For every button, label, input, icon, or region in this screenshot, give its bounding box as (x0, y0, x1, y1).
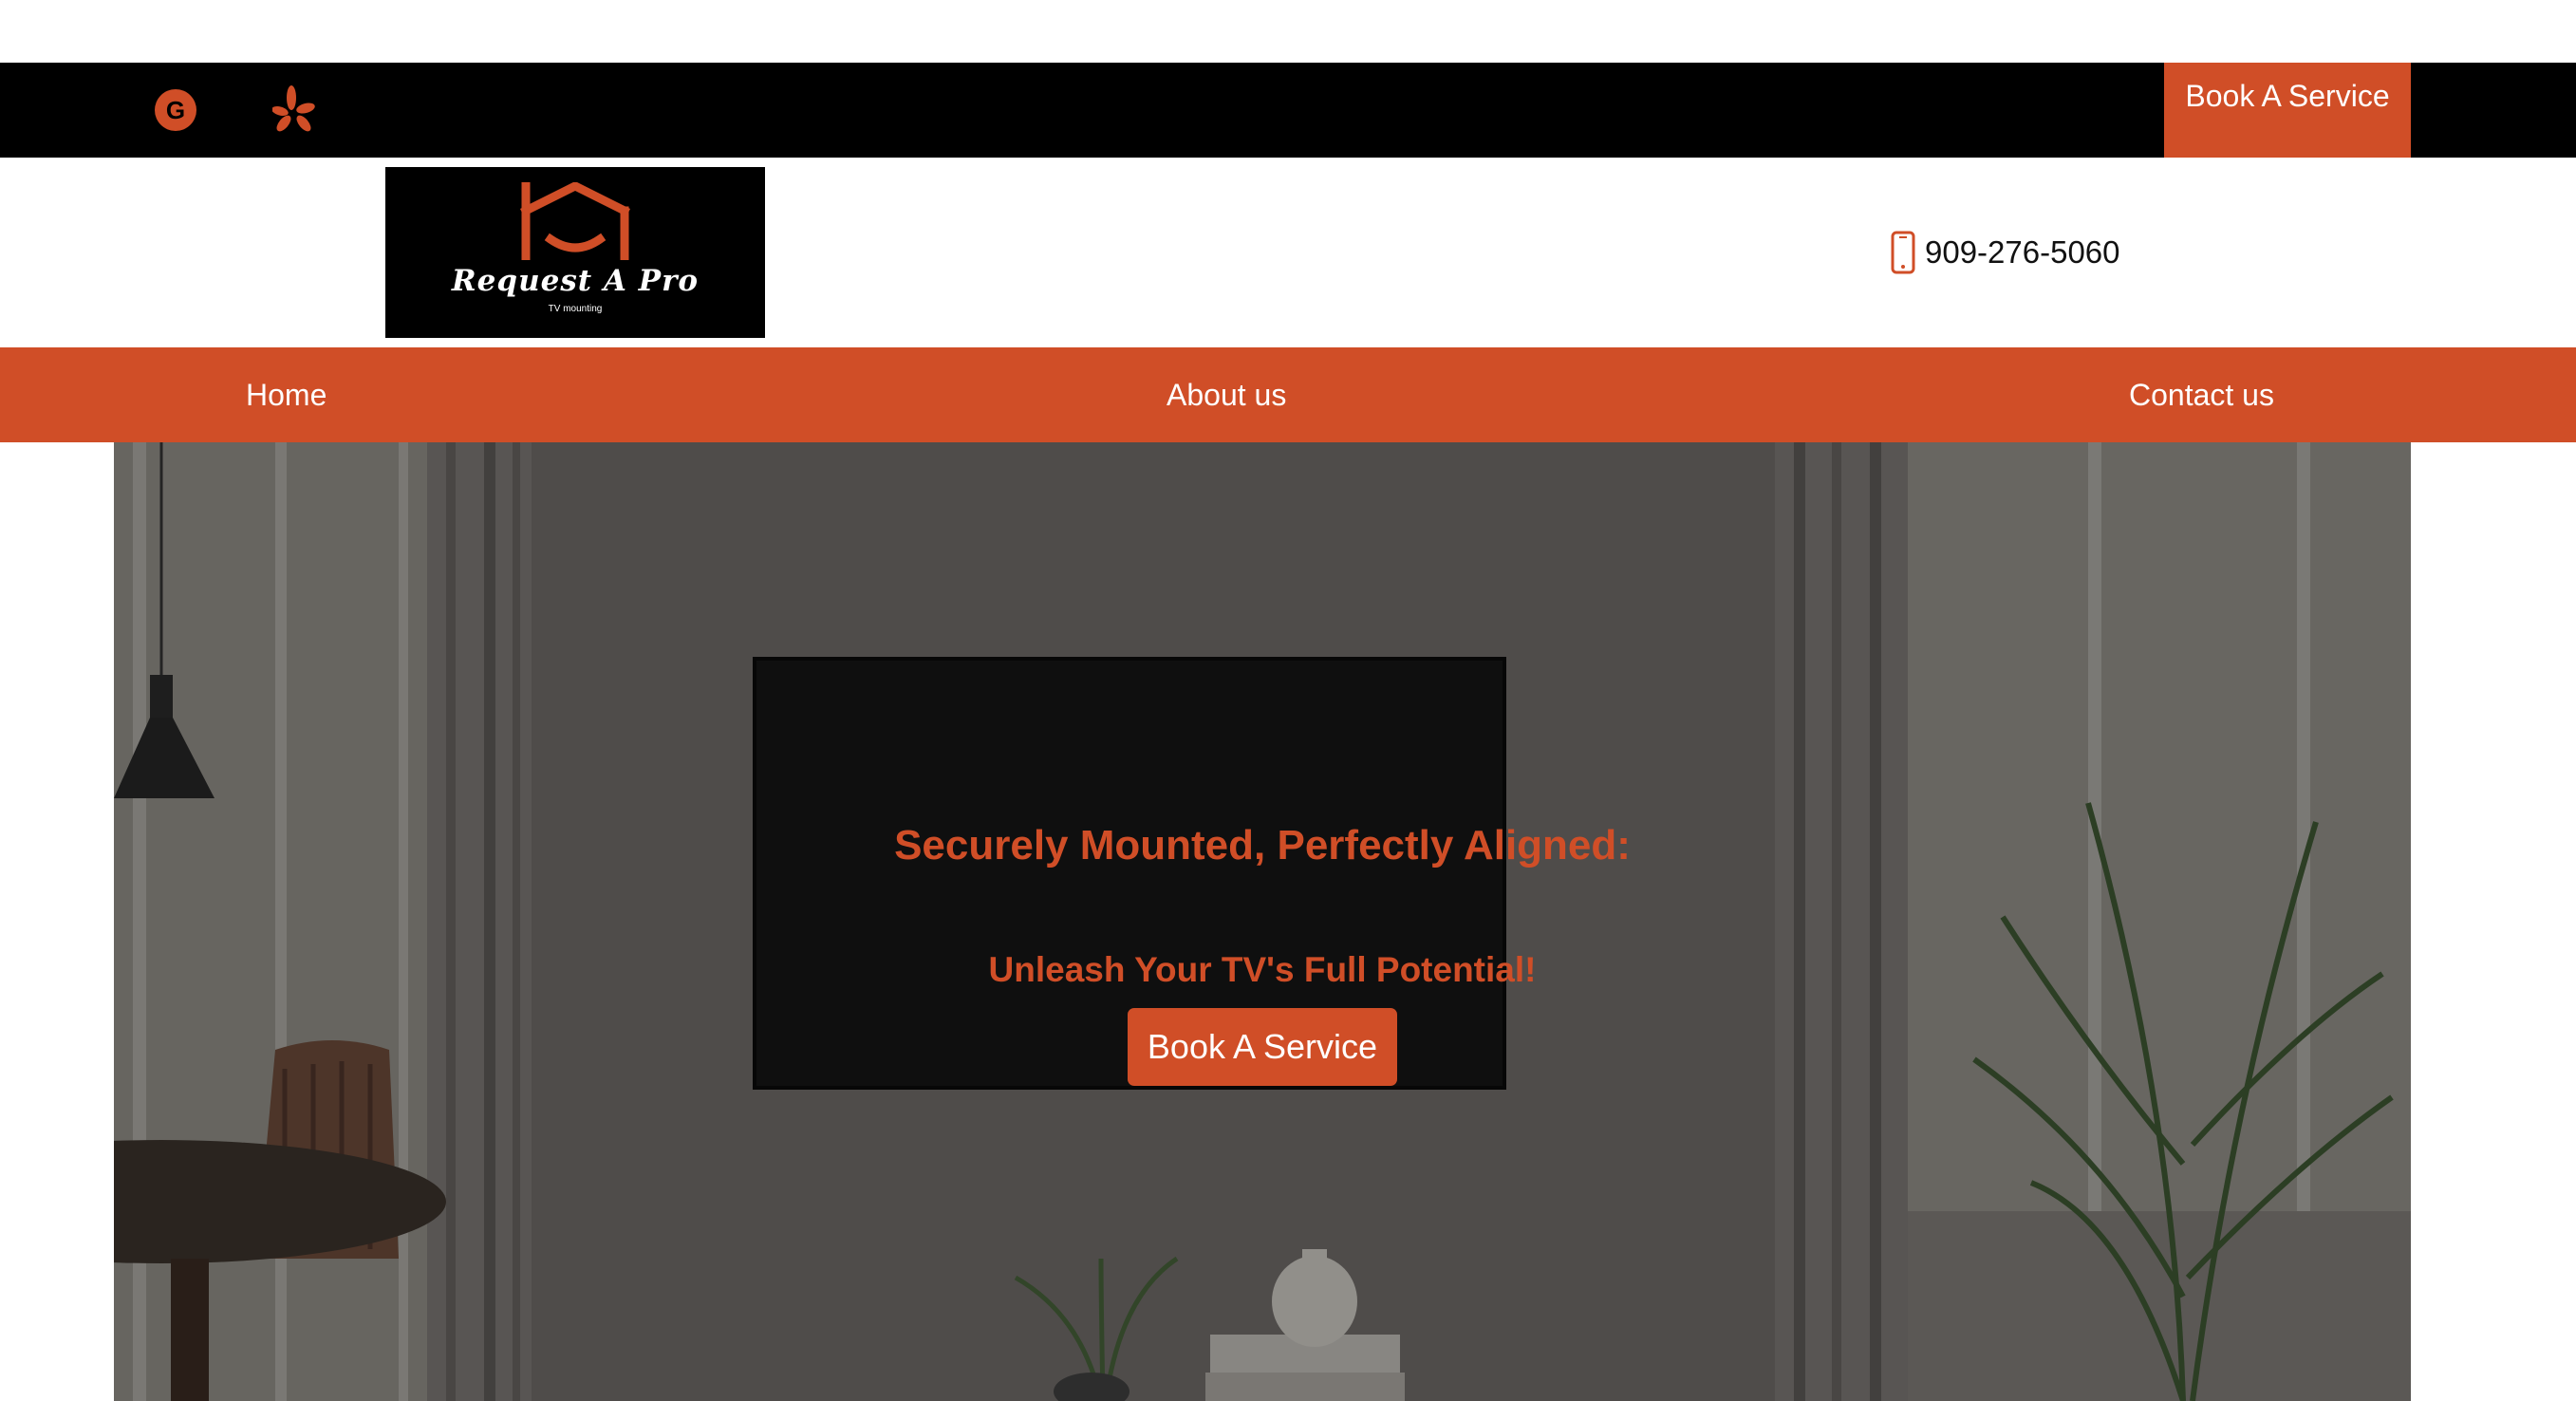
top-book-service-button[interactable]: Book A Service (2164, 63, 2411, 158)
logo-name: Request A Pro (451, 264, 700, 298)
site-header: Request A Pro TV mounting 909-276-5060 (0, 158, 2576, 347)
phone-icon (1891, 231, 1915, 274)
hero-subheadline: Unleash Your TV's Full Potential! (988, 950, 1537, 989)
yelp-icon (272, 85, 315, 132)
google-icon: G (155, 89, 196, 131)
hero-background-image (114, 442, 2411, 1401)
logo-tagline: TV mounting (548, 304, 603, 314)
hero-book-service-button[interactable]: Book A Service (1128, 1008, 1397, 1086)
main-nav: Home About us Contact us (0, 347, 2576, 442)
phone-link[interactable]: 909-276-5060 (1891, 230, 2120, 275)
top-bar: G Book A Service (0, 63, 2576, 158)
nav-about-us[interactable]: About us (1167, 347, 1286, 442)
house-logo-icon (520, 182, 630, 260)
google-link[interactable]: G (147, 63, 204, 158)
site-logo[interactable]: Request A Pro TV mounting (385, 167, 765, 338)
nav-contact-us[interactable]: Contact us (2129, 347, 2274, 442)
nav-home[interactable]: Home (246, 347, 327, 442)
hero-headline: Securely Mounted, Perfectly Aligned: (894, 822, 1631, 869)
hero-section: Securely Mounted, Perfectly Aligned: Unl… (114, 442, 2411, 1401)
yelp-link[interactable] (266, 63, 323, 158)
svg-text:G: G (166, 96, 185, 124)
phone-number: 909-276-5060 (1925, 234, 2120, 270)
